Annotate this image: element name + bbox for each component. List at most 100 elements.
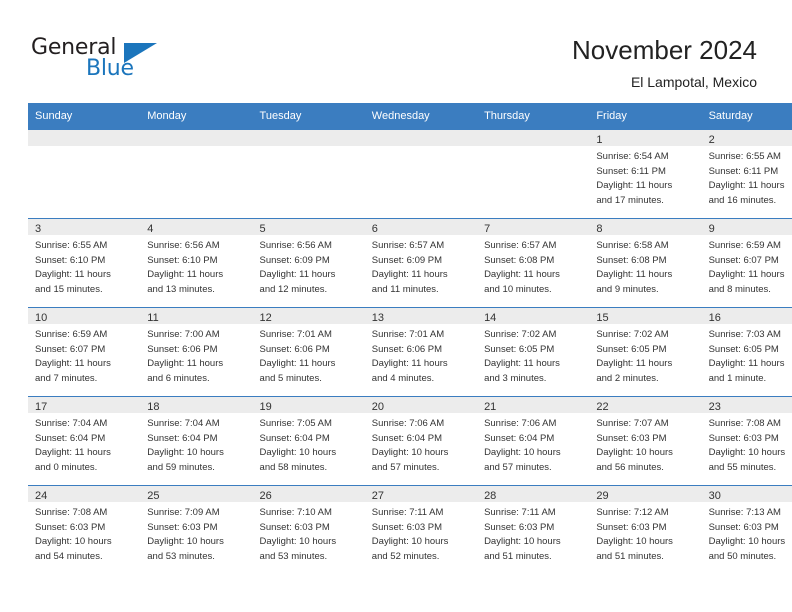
calendar-day-cell[interactable]: 3 Sunrise: 6:55 AM Sunset: 6:10 PM Daylight… [28, 218, 141, 308]
sunset-text: Sunset: 6:09 PM [259, 254, 330, 266]
calendar-day-cell[interactable]: 27 Sunrise: 7:11 AM Sunset: 6:03 PM Dayligh… [364, 485, 478, 574]
day-number: 24 [28, 486, 141, 502]
day-number: 13 [364, 308, 478, 324]
calendar-day-cell[interactable]: 2 Sunrise: 6:55 AM Sunset: 6:11 PM Daylight… [701, 129, 792, 219]
calendar-day-cell[interactable]: 22 Sunrise: 7:07 AM Sunset: 6:03 PM Dayligh… [589, 396, 702, 486]
daylight-text-line2: and 50 minutes. [708, 550, 777, 562]
day-number: 6 [364, 219, 478, 235]
sunrise-text: Sunrise: 7:08 AM [708, 418, 781, 429]
daylight-text-line2: and 55 minutes. [708, 461, 777, 473]
day-details: Sunrise: 6:57 AM Sunset: 6:08 PM Daylight:… [477, 235, 589, 297]
calendar-day-cell[interactable]: 4 Sunrise: 6:56 AM Sunset: 6:10 PM Daylight… [140, 218, 253, 308]
sunrise-text: Sunrise: 7:06 AM [484, 418, 557, 429]
calendar-day-cell[interactable]: 14 Sunrise: 7:02 AM Sunset: 6:05 PM Dayligh… [477, 307, 590, 397]
day-number: 2 [701, 130, 792, 146]
day-number: 3 [28, 219, 141, 235]
daylight-text-line1: Daylight: 11 hours [596, 269, 673, 281]
calendar-day-cell[interactable]: 29 Sunrise: 7:12 AM Sunset: 6:03 PM Dayligh… [589, 485, 702, 574]
sunrise-text: Sunrise: 6:56 AM [259, 240, 332, 251]
calendar-day-cell-empty [477, 129, 590, 219]
weekday-header-saturday: Saturday [701, 103, 792, 130]
sunrise-text: Sunrise: 7:00 AM [147, 329, 220, 340]
calendar-day-cell[interactable]: 1 Sunrise: 6:54 AM Sunset: 6:11 PM Daylight… [589, 129, 702, 219]
calendar-day-cell[interactable]: 30 Sunrise: 7:13 AM Sunset: 6:03 PM Dayligh… [701, 485, 792, 574]
sunrise-text: Sunrise: 7:03 AM [708, 329, 781, 340]
day-details: Sunrise: 7:09 AM Sunset: 6:03 PM Daylight:… [140, 502, 252, 564]
daylight-text-line2: and 56 minutes. [596, 461, 664, 473]
day-details: Sunrise: 7:12 AM Sunset: 6:03 PM Daylight:… [589, 502, 701, 564]
calendar-day-cell[interactable]: 15 Sunrise: 7:02 AM Sunset: 6:05 PM Dayligh… [589, 307, 702, 397]
day-number: 20 [364, 397, 478, 413]
day-details: Sunrise: 7:01 AM Sunset: 6:06 PM Daylight:… [365, 324, 477, 386]
day-details: Sunrise: 6:54 AM Sunset: 6:11 PM Daylight:… [589, 146, 701, 208]
sunset-text: Sunset: 6:06 PM [147, 343, 218, 355]
daylight-text-line2: and 54 minutes. [35, 550, 103, 562]
daylight-text-line2: and 12 minutes. [259, 283, 328, 295]
day-number [28, 130, 141, 146]
calendar-body: 1 Sunrise: 6:54 AM Sunset: 6:11 PM Daylight… [28, 129, 792, 574]
day-details: Sunrise: 7:04 AM Sunset: 6:04 PM Daylight:… [28, 413, 140, 475]
daylight-text-line1: Daylight: 11 hours [371, 269, 448, 281]
calendar-day-cell[interactable]: 21 Sunrise: 7:06 AM Sunset: 6:04 PM Dayligh… [477, 396, 590, 486]
sunrise-text: Sunrise: 7:13 AM [708, 507, 781, 518]
sunset-text: Sunset: 6:03 PM [371, 521, 443, 533]
weekday-header-friday: Friday [589, 103, 702, 130]
daylight-text-line1: Daylight: 10 hours [147, 447, 224, 459]
calendar-day-cell[interactable]: 10 Sunrise: 6:59 AM Sunset: 6:07 PM Dayligh… [28, 307, 141, 397]
calendar-day-cell[interactable]: 5 Sunrise: 6:56 AM Sunset: 6:09 PM Daylight… [252, 218, 365, 308]
day-details: Sunrise: 7:07 AM Sunset: 6:03 PM Daylight:… [589, 413, 701, 475]
calendar-day-cell[interactable]: 19 Sunrise: 7:05 AM Sunset: 6:04 PM Dayligh… [252, 396, 365, 486]
day-number [252, 130, 365, 146]
day-number: 14 [477, 308, 590, 324]
calendar-day-cell[interactable]: 24 Sunrise: 7:08 AM Sunset: 6:03 PM Dayligh… [28, 485, 141, 574]
daylight-text-line1: Daylight: 10 hours [371, 447, 449, 459]
daylight-text-line1: Daylight: 10 hours [147, 536, 224, 548]
calendar-grid: Sunday Monday Tuesday Wednesday Thursday Frid… [28, 103, 792, 574]
daylight-text-line1: Daylight: 11 hours [484, 269, 560, 281]
day-details: Sunrise: 7:00 AM Sunset: 6:06 PM Daylight:… [140, 324, 252, 386]
page-header: General Blue November 2024 El Lampotal, … [0, 0, 792, 100]
daylight-text-line2: and 2 minutes. [596, 372, 659, 384]
calendar-day-cell[interactable]: 7 Sunrise: 6:57 AM Sunset: 6:08 PM Daylight… [477, 218, 590, 308]
day-number: 17 [28, 397, 141, 413]
daylight-text-line2: and 52 minutes. [371, 550, 440, 562]
sunset-text: Sunset: 6:03 PM [484, 521, 555, 533]
calendar-day-cell[interactable]: 18 Sunrise: 7:04 AM Sunset: 6:04 PM Dayligh… [140, 396, 253, 486]
calendar-day-cell[interactable]: 6 Sunrise: 6:57 AM Sunset: 6:09 PM Daylight… [364, 218, 478, 308]
daylight-text-line1: Daylight: 10 hours [35, 536, 112, 548]
calendar-day-cell[interactable]: 26 Sunrise: 7:10 AM Sunset: 6:03 PM Dayligh… [252, 485, 365, 574]
calendar-day-cell[interactable]: 17 Sunrise: 7:04 AM Sunset: 6:04 PM Dayligh… [28, 396, 141, 486]
calendar-day-cell[interactable]: 11 Sunrise: 7:00 AM Sunset: 6:06 PM Dayligh… [140, 307, 253, 397]
calendar-day-cell[interactable]: 20 Sunrise: 7:06 AM Sunset: 6:04 PM Dayligh… [364, 396, 478, 486]
sunrise-text: Sunrise: 7:08 AM [35, 507, 108, 518]
daylight-text-line2: and 59 minutes. [147, 461, 215, 473]
sunrise-text: Sunrise: 6:54 AM [596, 151, 669, 162]
daylight-text-line1: Daylight: 10 hours [708, 536, 786, 548]
calendar-day-cell[interactable]: 12 Sunrise: 7:01 AM Sunset: 6:06 PM Dayligh… [252, 307, 365, 397]
calendar-day-cell[interactable]: 23 Sunrise: 7:08 AM Sunset: 6:03 PM Dayligh… [701, 396, 792, 486]
sunrise-text: Sunrise: 6:55 AM [708, 151, 781, 162]
calendar-day-cell-empty [364, 129, 478, 219]
calendar-day-cell[interactable]: 8 Sunrise: 6:58 AM Sunset: 6:08 PM Daylight… [589, 218, 702, 308]
day-details: Sunrise: 7:11 AM Sunset: 6:03 PM Daylight:… [365, 502, 477, 564]
general-blue-logo[interactable]: General Blue [31, 36, 211, 84]
daylight-text-line2: and 4 minutes. [371, 372, 435, 384]
calendar-table: Sunday Monday Tuesday Wednesday Thursday Frid… [28, 103, 792, 574]
day-number: 9 [701, 219, 792, 235]
daylight-text-line1: Daylight: 11 hours [708, 269, 785, 281]
day-number: 28 [477, 486, 590, 502]
day-number: 11 [140, 308, 253, 324]
daylight-text-line2: and 0 minutes. [35, 461, 98, 473]
sunrise-text: Sunrise: 7:11 AM [371, 507, 444, 518]
day-details: Sunrise: 6:58 AM Sunset: 6:08 PM Daylight:… [589, 235, 701, 297]
calendar-day-cell[interactable]: 25 Sunrise: 7:09 AM Sunset: 6:03 PM Dayligh… [140, 485, 253, 574]
calendar-day-cell[interactable]: 9 Sunrise: 6:59 AM Sunset: 6:07 PM Daylight… [701, 218, 792, 308]
calendar-day-cell[interactable]: 28 Sunrise: 7:11 AM Sunset: 6:03 PM Dayligh… [477, 485, 590, 574]
calendar-day-cell[interactable]: 16 Sunrise: 7:03 AM Sunset: 6:05 PM Dayligh… [701, 307, 792, 397]
sunset-text: Sunset: 6:04 PM [35, 432, 106, 444]
calendar-day-cell[interactable]: 13 Sunrise: 7:01 AM Sunset: 6:06 PM Dayligh… [364, 307, 478, 397]
sunrise-text: Sunrise: 7:11 AM [484, 507, 556, 518]
day-details: Sunrise: 7:08 AM Sunset: 6:03 PM Daylight:… [28, 502, 140, 564]
daylight-text-line2: and 51 minutes. [484, 550, 552, 562]
daylight-text-line1: Daylight: 10 hours [484, 447, 561, 459]
